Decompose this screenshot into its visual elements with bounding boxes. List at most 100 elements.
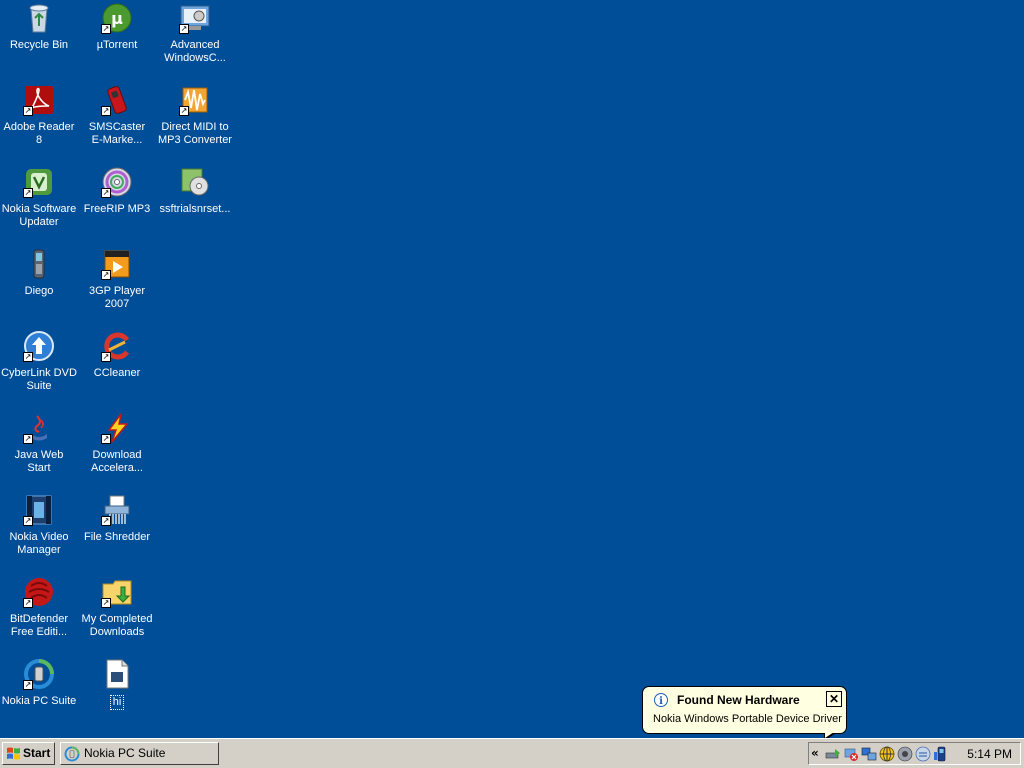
- icon-label: Nokia Software Updater: [1, 203, 77, 228]
- shortcut-arrow-icon: ↗: [23, 598, 33, 608]
- desktop-icon-3gp-player[interactable]: ↗ 3GP Player 2007: [78, 248, 156, 311]
- desktop-icon-ssftrial-setup[interactable]: ssftrialsnrset...: [156, 166, 234, 216]
- text-document-icon: [101, 658, 133, 690]
- clock[interactable]: 5:14 PM: [967, 746, 1012, 762]
- nokia-updater-icon: ↗: [23, 166, 55, 198]
- shortcut-arrow-icon: ↗: [179, 106, 189, 116]
- taskbar-button-label: Nokia PC Suite: [84, 746, 166, 760]
- freerip-icon: ↗: [101, 166, 133, 198]
- desktop-icon-my-completed-downloads[interactable]: ↗ My Completed Downloads: [78, 576, 156, 639]
- setup-installer-icon: [179, 166, 211, 198]
- shortcut-arrow-icon: ↗: [101, 270, 111, 280]
- shortcut-arrow-icon: ↗: [101, 24, 111, 34]
- icon-label: SMSCaster E-Marke...: [88, 121, 146, 146]
- taskbar-button-nokia-pc-suite[interactable]: Nokia PC Suite: [60, 742, 219, 765]
- shortcut-arrow-icon: ↗: [23, 352, 33, 362]
- shortcut-arrow-icon: ↗: [101, 188, 111, 198]
- icon-label: µTorrent: [96, 39, 138, 51]
- shortcut-arrow-icon: ↗: [101, 598, 111, 608]
- phone-connection-icon[interactable]: [933, 746, 949, 762]
- desktop-icon-file-shredder[interactable]: ↗ File Shredder: [78, 494, 156, 544]
- folder-download-icon: ↗: [101, 576, 133, 608]
- icon-label: Diego: [24, 285, 54, 297]
- network-icon[interactable]: [861, 746, 877, 762]
- desktop-icon-java-web-start[interactable]: ↗ Java Web Start: [0, 412, 78, 475]
- info-icon: i: [654, 693, 668, 707]
- icon-label: Nokia PC Suite: [1, 695, 77, 707]
- nokia-pc-suite-icon: [64, 746, 80, 762]
- icon-label: My Completed Downloads: [81, 613, 153, 638]
- download-accelerator-icon: ↗: [101, 412, 133, 444]
- advanced-windowscare-icon: ↗: [179, 2, 211, 34]
- windows-logo-icon: [7, 747, 20, 760]
- midi-converter-icon: ↗: [179, 84, 211, 116]
- balloon-title: Found New Hardware: [677, 693, 800, 707]
- desktop-icon-advanced-windowscare[interactable]: ↗ Advanced WindowsC...: [156, 2, 234, 65]
- close-icon[interactable]: ✕: [826, 691, 842, 707]
- desktop: Recycle Bin ↗ Adobe Reader 8 ↗ Nokia Sof…: [0, 0, 1024, 738]
- desktop-icon-recycle-bin[interactable]: Recycle Bin: [0, 2, 78, 52]
- icon-label: Advanced WindowsC...: [164, 39, 226, 64]
- desktop-icon-diego[interactable]: Diego: [0, 248, 78, 298]
- shortcut-arrow-icon: ↗: [23, 106, 33, 116]
- shortcut-arrow-icon: ↗: [101, 106, 111, 116]
- desktop-icon-smscaster[interactable]: ↗ SMSCaster E-Marke...: [78, 84, 156, 147]
- icon-label: Download Accelera...: [91, 449, 143, 474]
- start-label: Start: [23, 746, 51, 760]
- svg-text:i: i: [659, 696, 663, 707]
- audio-icon[interactable]: [897, 746, 913, 762]
- icon-label: Nokia Video Manager: [9, 531, 69, 556]
- recycle-bin-icon: [23, 2, 55, 34]
- icon-label: FreeRIP MP3: [83, 203, 151, 215]
- desktop-icon-direct-midi[interactable]: ↗ Direct MIDI to MP3 Converter: [156, 84, 234, 147]
- icon-label: 3GP Player 2007: [88, 285, 146, 310]
- svg-text:µ: µ: [111, 9, 123, 28]
- safely-remove-hardware-icon[interactable]: [825, 746, 841, 762]
- utorrent-icon: µ ↗: [101, 2, 133, 34]
- icon-label: Recycle Bin: [9, 39, 69, 51]
- smscaster-icon: ↗: [101, 84, 133, 116]
- messenger-icon[interactable]: [915, 746, 931, 762]
- icon-label: BitDefender Free Editi...: [9, 613, 69, 638]
- 3gp-player-icon: ↗: [101, 248, 133, 280]
- shortcut-arrow-icon: ↗: [101, 516, 111, 526]
- icon-label: File Shredder: [83, 531, 151, 543]
- ccleaner-icon: ↗: [101, 330, 133, 362]
- desktop-icon-freerip[interactable]: ↗ FreeRIP MP3: [78, 166, 156, 216]
- nokia-video-manager-icon: ↗: [23, 494, 55, 526]
- icon-label: Java Web Start: [14, 449, 64, 474]
- icon-label: Adobe Reader 8: [3, 121, 75, 146]
- start-button[interactable]: Start: [2, 742, 55, 765]
- icon-label: hi: [109, 695, 125, 710]
- icon-label: CyberLink DVD Suite: [1, 367, 77, 392]
- phone-icon: [23, 248, 55, 280]
- desktop-icon-cyberlink-dvd[interactable]: ↗ CyberLink DVD Suite: [0, 330, 78, 393]
- found-new-hardware-balloon[interactable]: i Found New Hardware ✕ Nokia Windows Por…: [642, 686, 847, 734]
- desktop-icon-download-accelerator[interactable]: ↗ Download Accelera...: [78, 412, 156, 475]
- adobe-reader-icon: ↗: [23, 84, 55, 116]
- network-disabled-icon[interactable]: [843, 746, 859, 762]
- taskbar: Start Nokia PC Suite « 5:14 PM: [0, 738, 1024, 768]
- desktop-icon-nokia-updater[interactable]: ↗ Nokia Software Updater: [0, 166, 78, 229]
- system-tray: « 5:14 PM: [808, 742, 1021, 765]
- icon-label: CCleaner: [93, 367, 141, 379]
- desktop-icon-nokia-video-manager[interactable]: ↗ Nokia Video Manager: [0, 494, 78, 557]
- file-shredder-icon: ↗: [101, 494, 133, 526]
- desktop-icon-bitdefender[interactable]: ↗ BitDefender Free Editi...: [0, 576, 78, 639]
- desktop-icon-ccleaner[interactable]: ↗ CCleaner: [78, 330, 156, 380]
- shortcut-arrow-icon: ↗: [23, 516, 33, 526]
- desktop-icon-adobe-reader[interactable]: ↗ Adobe Reader 8: [0, 84, 78, 147]
- show-hidden-icons-button[interactable]: «: [811, 746, 819, 760]
- shortcut-arrow-icon: ↗: [101, 434, 111, 444]
- desktop-icon-nokia-pc-suite[interactable]: ↗ Nokia PC Suite: [0, 658, 78, 708]
- nokia-pc-suite-icon: ↗: [23, 658, 55, 690]
- icon-label: ssftrialsnrset...: [159, 203, 231, 215]
- shortcut-arrow-icon: ↗: [23, 680, 33, 690]
- balloon-message: Nokia Windows Portable Device Driver: [653, 713, 842, 725]
- desktop-icon-utorrent[interactable]: µ ↗ µTorrent: [78, 2, 156, 52]
- desktop-icon-hi[interactable]: hi: [78, 658, 156, 710]
- shortcut-arrow-icon: ↗: [179, 24, 189, 34]
- shortcut-arrow-icon: ↗: [23, 188, 33, 198]
- bitdefender-icon: ↗: [23, 576, 55, 608]
- globe-icon[interactable]: [879, 746, 895, 762]
